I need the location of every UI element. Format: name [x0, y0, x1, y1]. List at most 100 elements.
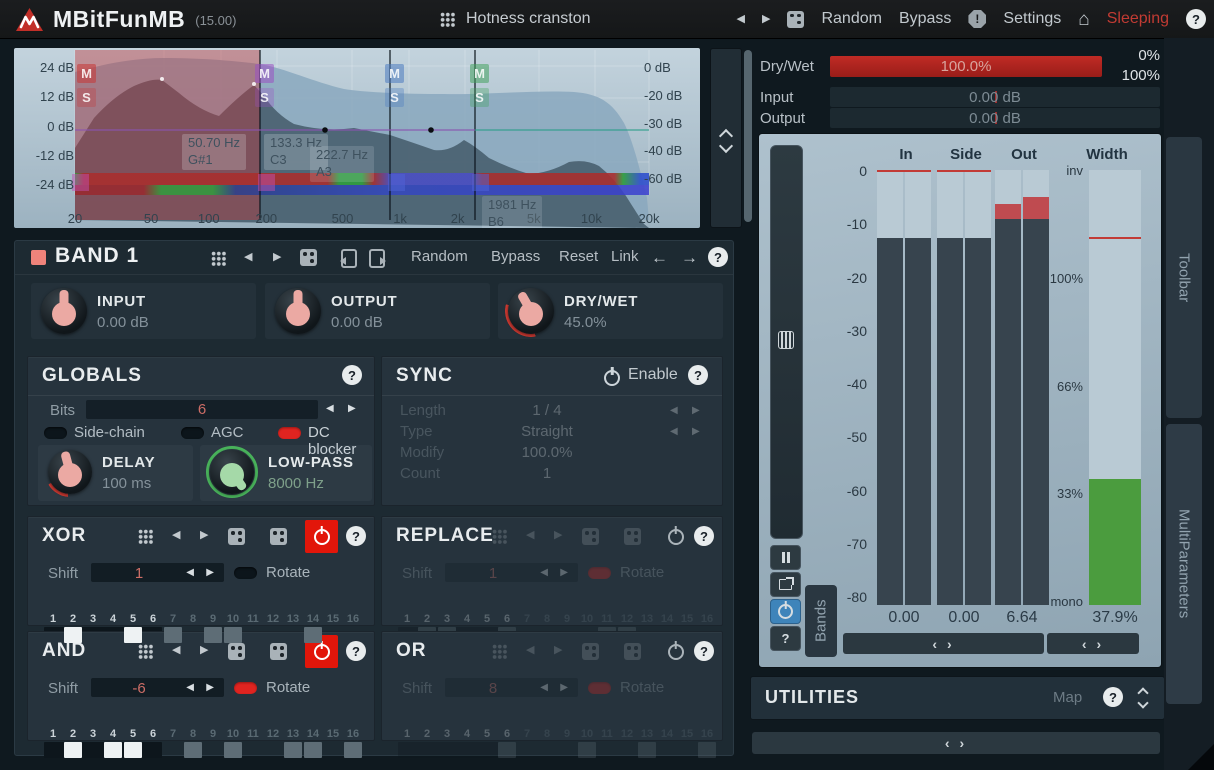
replace-rotate-toggle[interactable] [588, 567, 611, 579]
band-next-icon[interactable]: ▶ [273, 252, 281, 263]
meter-zoom-scrollbar[interactable] [843, 633, 1044, 654]
step-cell-13[interactable] [284, 742, 302, 758]
replace-next-icon[interactable]: ▶ [554, 530, 562, 541]
meter-help-button[interactable]: ? [770, 626, 801, 651]
sleeping-indicator[interactable]: Sleeping [1107, 10, 1169, 28]
shift-next-icon[interactable]: ▶ [560, 567, 568, 578]
and-random-alt-icon[interactable] [270, 643, 287, 660]
output-knob[interactable] [275, 288, 321, 334]
band-presets-icon[interactable] [211, 251, 226, 266]
out-left-meter[interactable] [995, 170, 1021, 605]
step-cell-11[interactable] [244, 742, 262, 758]
and-random-icon[interactable] [228, 643, 245, 660]
band-random-icon[interactable] [300, 249, 317, 266]
sync-type-prev-icon[interactable]: ◀ [670, 426, 678, 437]
drywet-knob[interactable] [508, 288, 554, 334]
bits-prev-icon[interactable]: ◀ [326, 403, 334, 414]
meter-power-button[interactable] [770, 599, 801, 624]
step-cell-15[interactable] [324, 627, 342, 643]
band4-mid-badge[interactable]: M [470, 64, 489, 83]
step-cell-12[interactable] [264, 742, 282, 758]
step-cell-2[interactable] [64, 742, 82, 758]
step-cell-15[interactable] [324, 742, 342, 758]
in-right-meter[interactable] [905, 170, 931, 605]
xor-power-button[interactable] [305, 520, 338, 553]
band-right-arrow-icon[interactable]: → [681, 249, 698, 266]
dc-blocker-toggle[interactable] [278, 427, 301, 439]
analyzer-collapse-strip[interactable] [710, 48, 742, 228]
utilities-help-button[interactable]: ? [1103, 687, 1123, 707]
step-cell-10[interactable] [224, 742, 242, 758]
step-cell-2[interactable] [418, 742, 436, 758]
shift-next-icon[interactable]: ▶ [206, 567, 214, 578]
home-icon[interactable]: ⌂ [1078, 10, 1089, 29]
step-cell-5[interactable] [124, 742, 142, 758]
meter-pause-button[interactable] [770, 545, 801, 570]
band2-side-badge[interactable]: S [255, 88, 274, 107]
step-cell-16[interactable] [344, 742, 362, 758]
meter-range-fader[interactable] [770, 145, 803, 539]
tab-multiparameters[interactable]: MultiParameters [1166, 424, 1202, 704]
step-cell-10[interactable] [578, 742, 596, 758]
band-reset-button[interactable]: Reset [559, 248, 598, 265]
input-knob[interactable] [41, 288, 87, 334]
xor-next-icon[interactable]: ▶ [200, 530, 208, 541]
band-left-arrow-icon[interactable]: ← [651, 249, 668, 266]
band-bypass-button[interactable]: Bypass [491, 248, 540, 265]
shift-prev-icon[interactable]: ◀ [540, 567, 548, 578]
step-cell-10[interactable] [224, 627, 242, 643]
and-shift-slider[interactable]: -6 ◀ ▶ [91, 678, 224, 697]
shift-prev-icon[interactable]: ◀ [540, 682, 548, 693]
step-cell-4[interactable] [104, 627, 122, 643]
step-cell-3[interactable] [84, 627, 102, 643]
step-cell-8[interactable] [184, 742, 202, 758]
band-color-swatch[interactable] [31, 250, 46, 265]
step-cell-14[interactable] [304, 627, 322, 643]
sync-modify-value[interactable]: 100.0% [432, 444, 662, 461]
or-rotate-toggle[interactable] [588, 682, 611, 694]
utilities-collapse-down-icon[interactable] [1137, 697, 1148, 708]
bits-slider[interactable]: 6 [86, 400, 318, 419]
step-cell-13[interactable] [638, 742, 656, 758]
step-cell-8[interactable] [538, 742, 556, 758]
map-button[interactable]: Map [1053, 689, 1082, 706]
delay-knob[interactable] [48, 450, 92, 494]
sync-help-button[interactable]: ? [688, 365, 708, 385]
band1-side-badge[interactable]: S [77, 88, 96, 107]
step-cell-6[interactable] [144, 742, 162, 758]
replace-random-alt-icon[interactable] [624, 528, 641, 545]
step-cell-11[interactable] [598, 742, 616, 758]
step-cell-13[interactable] [284, 627, 302, 643]
xor-presets-icon[interactable] [138, 529, 153, 544]
step-cell-12[interactable] [264, 627, 282, 643]
band4-side-badge[interactable]: S [470, 88, 489, 107]
band-prev-icon[interactable]: ◀ [244, 252, 252, 263]
step-cell-9[interactable] [204, 627, 222, 643]
in-left-meter[interactable] [877, 170, 903, 605]
agc-toggle[interactable] [181, 427, 204, 439]
replace-random-icon[interactable] [582, 528, 599, 545]
randomize-icon[interactable] [787, 11, 804, 28]
sync-length-prev-icon[interactable]: ◀ [670, 405, 678, 416]
step-cell-16[interactable] [698, 742, 716, 758]
random-button[interactable]: Random [821, 10, 881, 28]
spectrum-analyzer[interactable]: 24 dB12 dB0 dB-12 dB-24 dB 0 dB-20 dB-30… [14, 48, 700, 228]
copy-icon[interactable] [369, 249, 385, 268]
step-cell-7[interactable] [164, 627, 182, 643]
step-cell-2[interactable] [64, 627, 82, 643]
or-random-icon[interactable] [582, 643, 599, 660]
sync-enable-label[interactable]: Enable [628, 366, 678, 384]
step-cell-7[interactable] [518, 742, 536, 758]
step-cell-14[interactable] [658, 742, 676, 758]
lowpass-knob[interactable] [210, 450, 254, 494]
and-next-icon[interactable]: ▶ [200, 645, 208, 656]
step-cell-14[interactable] [304, 742, 322, 758]
band-title[interactable]: BAND 1 [55, 244, 139, 268]
band3-mid-badge[interactable]: M [385, 64, 404, 83]
collapse-down-icon[interactable] [719, 139, 733, 153]
width-meter[interactable] [1089, 170, 1141, 605]
preset-selector[interactable]: Hotness cranston [440, 0, 591, 38]
band-random-button[interactable]: Random [411, 248, 468, 265]
step-cell-1[interactable] [44, 627, 62, 643]
output-gain-slider[interactable]: 0.00 dB [830, 108, 1160, 128]
